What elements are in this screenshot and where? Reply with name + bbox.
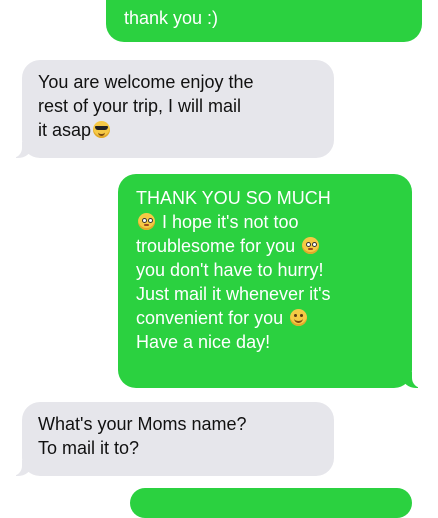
message-text: To mail it to? — [38, 438, 140, 458]
received-message-bubble[interactable]: What's your Moms name? To mail it to? — [6, 402, 334, 476]
message-text: I hope it's not too — [162, 212, 299, 232]
message-thread: thank you :) You are welcome enjoy the r… — [0, 0, 438, 518]
smiling-face-icon — [290, 309, 308, 326]
message-text: thank you :) — [124, 8, 219, 28]
message-text: Just mail it whenever it's — [136, 284, 331, 304]
smiling-face-with-sunglasses-icon — [93, 121, 111, 138]
flushed-face-icon — [302, 237, 320, 254]
message-text: You are welcome enjoy the — [38, 72, 254, 92]
message-text: rest of your trip, I will mail — [38, 96, 242, 116]
message-text: THANK YOU SO MUCH — [136, 188, 331, 208]
message-text: What's your Moms name? — [38, 414, 247, 434]
received-message-bubble[interactable]: You are welcome enjoy the rest of your t… — [6, 60, 334, 158]
sent-message-bubble[interactable] — [130, 488, 412, 518]
message-text: you don't have to hurry! — [136, 260, 324, 280]
message-text: convenient for you — [136, 308, 284, 328]
sent-message-bubble[interactable]: THANK YOU SO MUCH I hope it's not too tr… — [118, 174, 428, 388]
message-text: Have a nice day! — [136, 332, 271, 352]
sent-message-bubble[interactable]: thank you :) — [106, 0, 422, 42]
message-text: it asap — [38, 120, 92, 140]
message-text: troublesome for you — [136, 236, 296, 256]
flushed-face-icon — [138, 213, 155, 230]
